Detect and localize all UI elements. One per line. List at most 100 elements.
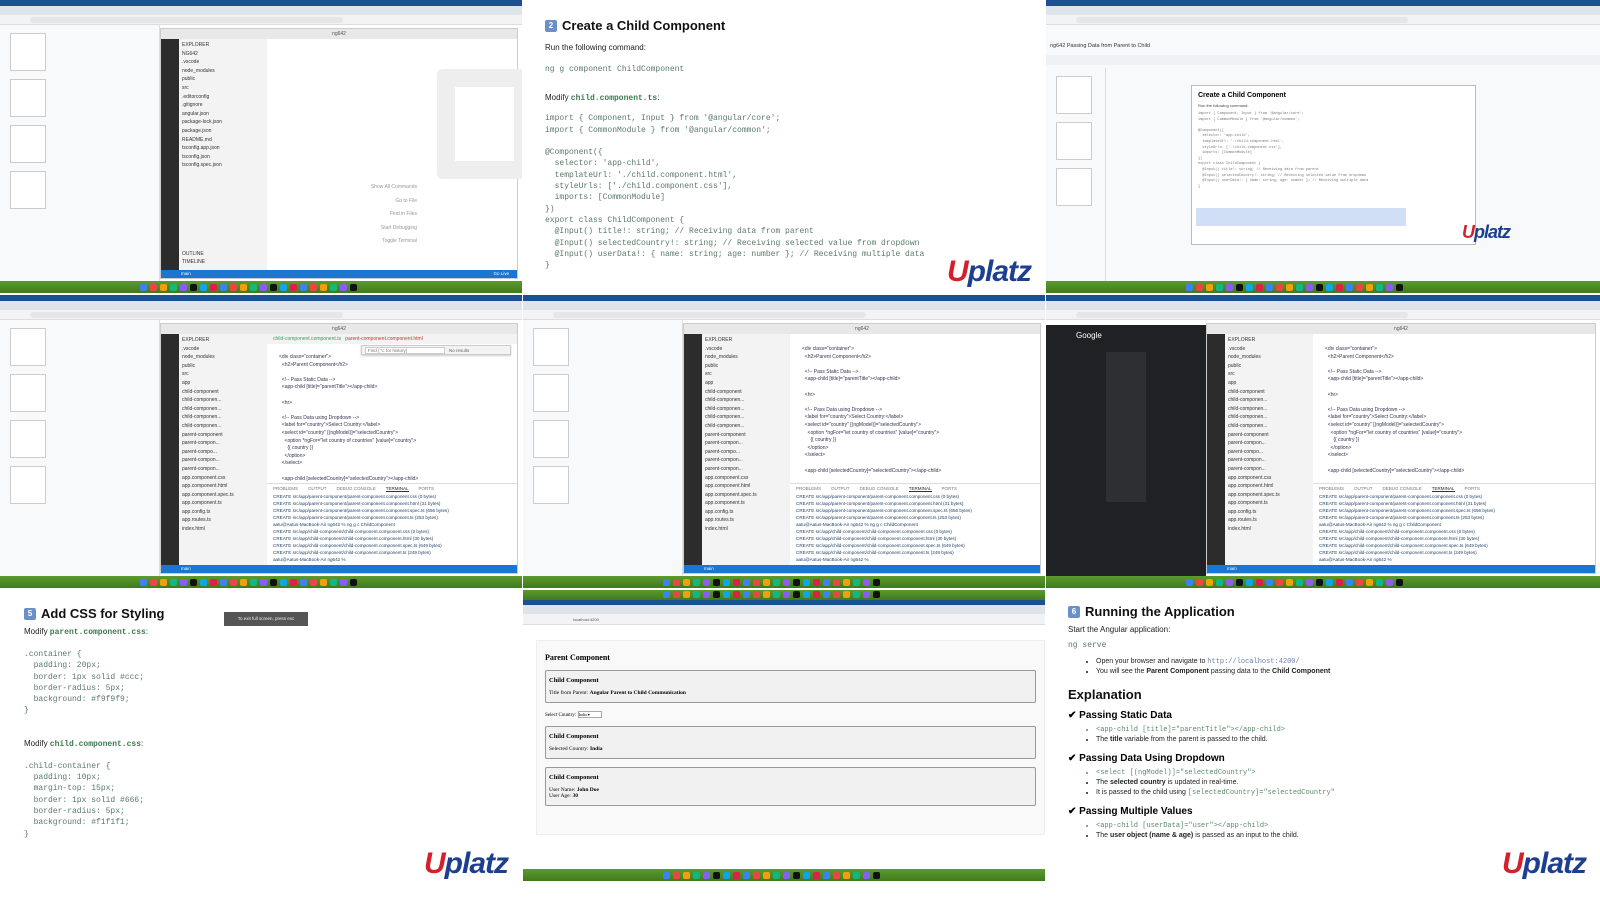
dock-app-icon[interactable] xyxy=(200,284,207,291)
tree-item[interactable]: child-componen... xyxy=(1228,397,1310,406)
dock-app-icon[interactable] xyxy=(873,872,880,879)
dock-app-icon[interactable] xyxy=(290,284,297,291)
tree-item[interactable]: index.html xyxy=(182,526,264,535)
tree-item[interactable]: parent-component xyxy=(182,432,264,441)
tree-item[interactable]: app.component.css xyxy=(182,475,264,484)
tree-item[interactable]: public xyxy=(182,363,264,372)
tree-item[interactable]: child-componen... xyxy=(705,414,787,423)
dock-app-icon[interactable] xyxy=(663,872,670,879)
dock-app-icon[interactable] xyxy=(1396,579,1403,586)
dock-app-icon[interactable] xyxy=(1226,579,1233,586)
dock-app-icon[interactable] xyxy=(1186,579,1193,586)
dock-app-icon[interactable] xyxy=(1246,284,1253,291)
dock-app-icon[interactable] xyxy=(733,591,740,598)
tree-item[interactable]: public xyxy=(1228,363,1310,372)
dock-app-icon[interactable] xyxy=(693,872,700,879)
dock-app-icon[interactable] xyxy=(813,872,820,879)
dock-app-icon[interactable] xyxy=(703,579,710,586)
dock-app-icon[interactable] xyxy=(763,872,770,879)
panel-tab[interactable]: TERMINAL xyxy=(385,486,409,492)
dock-app-icon[interactable] xyxy=(1296,579,1303,586)
tree-item[interactable]: parent-compo... xyxy=(705,449,787,458)
dock-app-icon[interactable] xyxy=(773,591,780,598)
tree-item[interactable]: src xyxy=(705,371,787,380)
tree-item[interactable]: parent-compon... xyxy=(1228,466,1310,475)
panel-tab[interactable]: DEBUG CONSOLE xyxy=(1383,486,1422,491)
dock-app-icon[interactable] xyxy=(240,579,247,586)
dock-app-icon[interactable] xyxy=(1206,579,1213,586)
dock-app-icon[interactable] xyxy=(663,591,670,598)
dock-app-icon[interactable] xyxy=(723,579,730,586)
tree-item[interactable]: node_modules xyxy=(705,354,787,363)
tree-item[interactable]: package-lock.json xyxy=(182,119,264,128)
dock-app-icon[interactable] xyxy=(673,872,680,879)
dock-app-icon[interactable] xyxy=(713,591,720,598)
dock-app-icon[interactable] xyxy=(170,284,177,291)
tree-item[interactable]: child-componen... xyxy=(705,423,787,432)
tree-item[interactable]: app.routes.ts xyxy=(1228,517,1310,526)
activity-bar[interactable] xyxy=(161,39,179,270)
dock-app-icon[interactable] xyxy=(753,872,760,879)
dock-app-icon[interactable] xyxy=(753,579,760,586)
dock-app-icon[interactable] xyxy=(190,284,197,291)
tree-item[interactable]: app.component.spec.ts xyxy=(1228,492,1310,501)
tree-item[interactable]: child-component xyxy=(705,389,787,398)
panel-tab[interactable]: TERMINAL xyxy=(908,486,932,492)
doc-title[interactable]: ng642 Passing Data from Parent to Child xyxy=(1050,43,1150,49)
dock-app-icon[interactable] xyxy=(1196,579,1203,586)
tree-item[interactable]: parent-component xyxy=(705,432,787,441)
terminal[interactable]: PROBLEMS OUTPUT DEBUG CONSOLE TERMINAL PORTS… xyxy=(267,483,517,565)
dock-app-icon[interactable] xyxy=(813,579,820,586)
dock-app-icon[interactable] xyxy=(1356,284,1363,291)
explorer-tree[interactable]: EXPLORER NG642 .vscode node_modules publ… xyxy=(179,39,267,270)
tree-item[interactable]: app.component.css xyxy=(1228,475,1310,484)
dock-app-icon[interactable] xyxy=(1326,579,1333,586)
dock-app-icon[interactable] xyxy=(1236,579,1243,586)
tree-item[interactable]: app.component.spec.ts xyxy=(705,492,787,501)
dock-app-icon[interactable] xyxy=(863,579,870,586)
tree-item[interactable]: parent-compon... xyxy=(182,466,264,475)
dock-app-icon[interactable] xyxy=(1196,284,1203,291)
dock-app-icon[interactable] xyxy=(823,579,830,586)
dock-app-icon[interactable] xyxy=(180,284,187,291)
tree-item[interactable]: package.json xyxy=(182,128,264,137)
dock-app-icon[interactable] xyxy=(853,872,860,879)
editor-tab[interactable]: parent-component.component.html xyxy=(345,336,423,342)
localhost-link[interactable]: http://localhost:4200/ xyxy=(1207,658,1299,666)
address-bar[interactable] xyxy=(0,15,522,25)
dock-app-icon[interactable] xyxy=(340,284,347,291)
find-input[interactable] xyxy=(365,346,445,354)
dock-app-icon[interactable] xyxy=(250,579,257,586)
dock-app-icon[interactable] xyxy=(833,579,840,586)
dock-app-icon[interactable] xyxy=(1376,284,1383,291)
dock-app-icon[interactable] xyxy=(683,579,690,586)
panel-tab[interactable]: OUTPUT xyxy=(831,486,850,491)
dock-app-icon[interactable] xyxy=(733,872,740,879)
tree-item[interactable]: src xyxy=(182,371,264,380)
dock-app-icon[interactable] xyxy=(713,579,720,586)
tree-item[interactable]: app xyxy=(705,380,787,389)
dock-app-icon[interactable] xyxy=(1346,579,1353,586)
tree-item[interactable]: index.html xyxy=(1228,526,1310,535)
dock-app-icon[interactable] xyxy=(330,579,337,586)
tree-item[interactable]: app.component.spec.ts xyxy=(182,492,264,501)
dock-app-icon[interactable] xyxy=(1266,284,1273,291)
panel-tab[interactable]: PROBLEMS xyxy=(273,486,298,491)
dock-app-icon[interactable] xyxy=(1396,284,1403,291)
dock-app-icon[interactable] xyxy=(663,579,670,586)
url-bar[interactable]: localhost:4200 xyxy=(523,614,1045,625)
dock-app-icon[interactable] xyxy=(1216,284,1223,291)
tree-item[interactable]: parent-compon... xyxy=(1228,457,1310,466)
dock-app-icon[interactable] xyxy=(873,579,880,586)
dock-app-icon[interactable] xyxy=(1306,579,1313,586)
dock-app-icon[interactable] xyxy=(723,872,730,879)
tree-item[interactable]: app.config.ts xyxy=(1228,509,1310,518)
panel-tab[interactable]: DEBUG CONSOLE xyxy=(337,486,376,491)
tree-item[interactable]: app.component.css xyxy=(705,475,787,484)
dock-app-icon[interactable] xyxy=(673,591,680,598)
tree-item[interactable]: parent-compon... xyxy=(705,440,787,449)
dock-app-icon[interactable] xyxy=(793,591,800,598)
dock-app-icon[interactable] xyxy=(1286,579,1293,586)
dock-app-icon[interactable] xyxy=(1296,284,1303,291)
tree-item[interactable]: tsconfig.json xyxy=(182,154,264,163)
